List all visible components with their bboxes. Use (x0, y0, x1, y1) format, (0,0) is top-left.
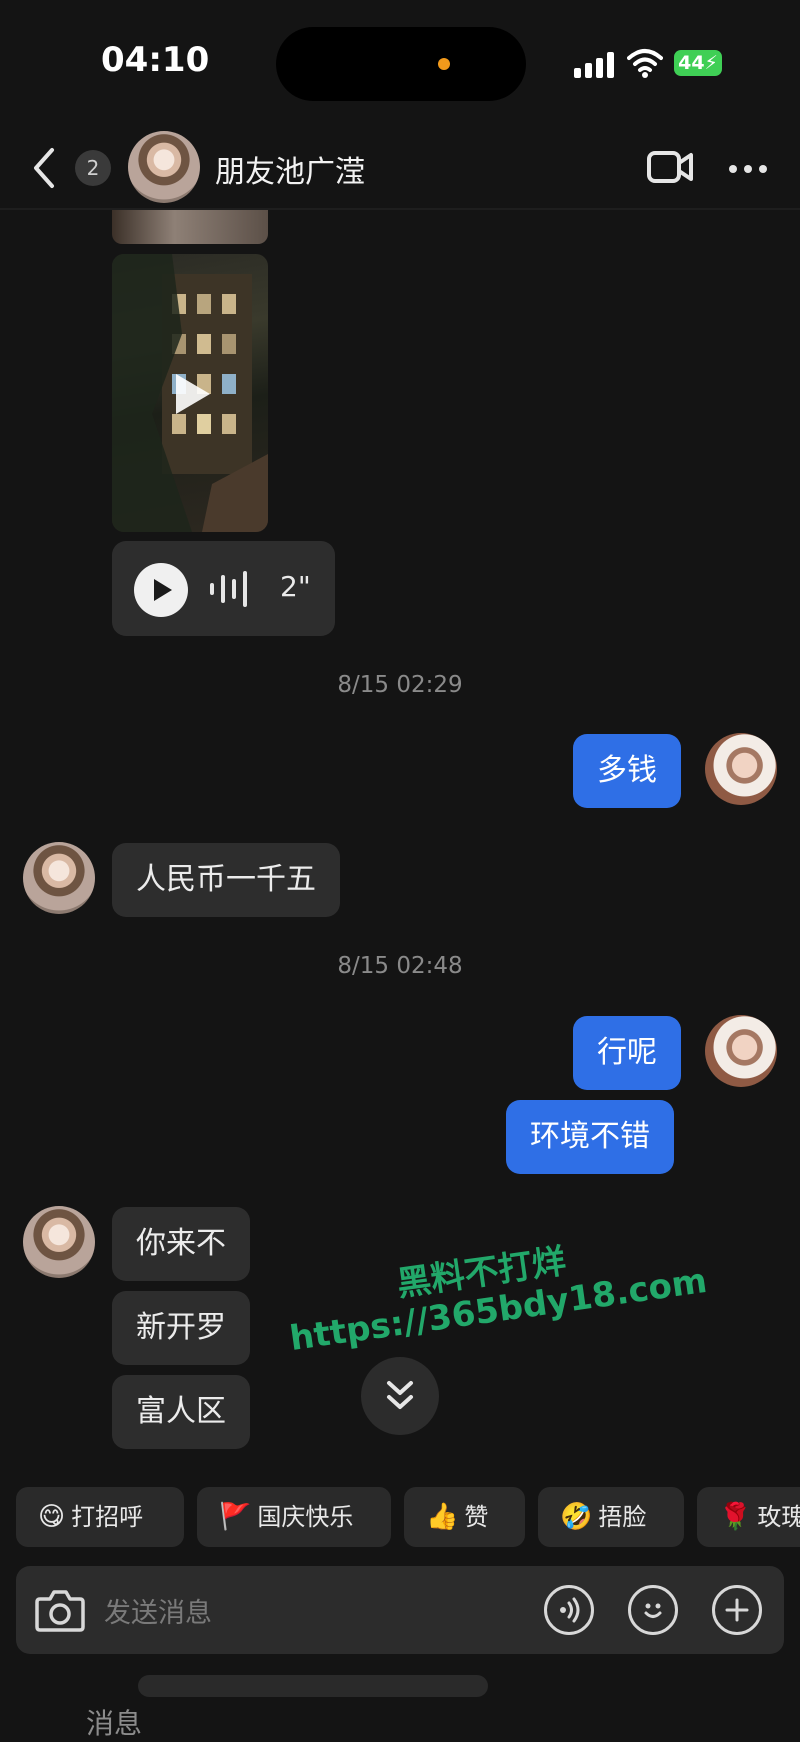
sound-waves-glyph (560, 1597, 580, 1623)
voice-message[interactable]: 2" (112, 541, 335, 636)
smile-glyph (644, 1603, 662, 1618)
quick-reply-label: 捂脸 (598, 1503, 647, 1531)
incoming-message[interactable]: 你来不 (112, 1207, 250, 1281)
outgoing-message[interactable]: 多钱 (573, 734, 681, 808)
voice-input-icon[interactable] (544, 1585, 594, 1635)
home-indicator (138, 1675, 488, 1697)
my-avatar[interactable] (705, 733, 777, 805)
quick-reply-label: 赞 (464, 1503, 489, 1531)
incoming-message[interactable]: 富人区 (112, 1375, 250, 1449)
message-composer[interactable]: 发送消息 (16, 1566, 784, 1654)
quick-reply-label: 国庆快乐 (257, 1503, 354, 1531)
camera-icon[interactable] (34, 1585, 86, 1635)
quick-reply-emoji: 🌹 (719, 1502, 752, 1532)
my-avatar[interactable] (705, 1015, 777, 1087)
play-icon (154, 579, 172, 601)
signal-icon (574, 52, 614, 78)
quick-reply-chip[interactable]: 🤣 捂脸 (538, 1487, 684, 1547)
add-icon[interactable] (712, 1585, 762, 1635)
privacy-indicator-dot (438, 58, 450, 70)
more-icon[interactable] (728, 164, 768, 174)
incoming-message[interactable]: 人民币一千五 (112, 843, 340, 917)
image-message[interactable] (112, 210, 268, 244)
emoji-icon[interactable] (628, 1585, 678, 1635)
back-icon[interactable] (30, 146, 60, 190)
unread-count-badge: 2 (75, 150, 111, 186)
dynamic-island (276, 27, 526, 101)
contact-avatar[interactable] (128, 131, 200, 203)
voice-waveform-icon (210, 571, 247, 607)
quick-reply-emoji: 😋 (38, 1502, 66, 1532)
voice-play-button[interactable] (134, 563, 188, 617)
wifi-icon (627, 49, 663, 78)
outgoing-message[interactable]: 环境不错 (506, 1100, 674, 1174)
battery-charging-icon: 44⚡ (674, 50, 722, 76)
quick-reply-emoji: 🤣 (560, 1502, 593, 1532)
quick-reply-chip[interactable]: 😋 打招呼 (16, 1487, 184, 1547)
video-call-icon[interactable] (646, 149, 694, 185)
message-input-placeholder[interactable]: 发送消息 (104, 1591, 212, 1630)
quick-reply-label: 玫瑰 (757, 1503, 800, 1531)
timestamp: 8/15 02:29 (337, 672, 463, 698)
quick-reply-chip[interactable]: 👍 赞 (404, 1487, 525, 1547)
incoming-message[interactable]: 新开罗 (112, 1291, 250, 1365)
status-time: 04:10 (101, 40, 210, 80)
quick-reply-chip[interactable]: 🚩 国庆快乐 (197, 1487, 391, 1547)
outgoing-message[interactable]: 行呢 (573, 1016, 681, 1090)
contact-name[interactable]: 朋友池广滢 (215, 147, 365, 191)
battery-level: 44 (678, 52, 705, 74)
plus-glyph (725, 1598, 749, 1622)
double-chevron-down-icon (387, 1381, 413, 1409)
tab-messages[interactable]: 消息 (86, 1702, 142, 1742)
quick-reply-label: 打招呼 (71, 1503, 144, 1531)
quick-reply-emoji: 👍 (426, 1502, 459, 1532)
quick-reply-emoji: 🚩 (219, 1502, 252, 1532)
timestamp: 8/15 02:48 (337, 953, 463, 979)
voice-duration: 2" (280, 570, 311, 603)
contact-avatar[interactable] (23, 1206, 95, 1278)
contact-avatar[interactable] (23, 842, 95, 914)
scroll-to-bottom-button[interactable] (361, 1357, 439, 1435)
video-play-icon[interactable] (172, 372, 212, 416)
video-message[interactable] (112, 254, 268, 532)
quick-reply-chip[interactable]: 🌹 玫瑰 (697, 1487, 800, 1547)
